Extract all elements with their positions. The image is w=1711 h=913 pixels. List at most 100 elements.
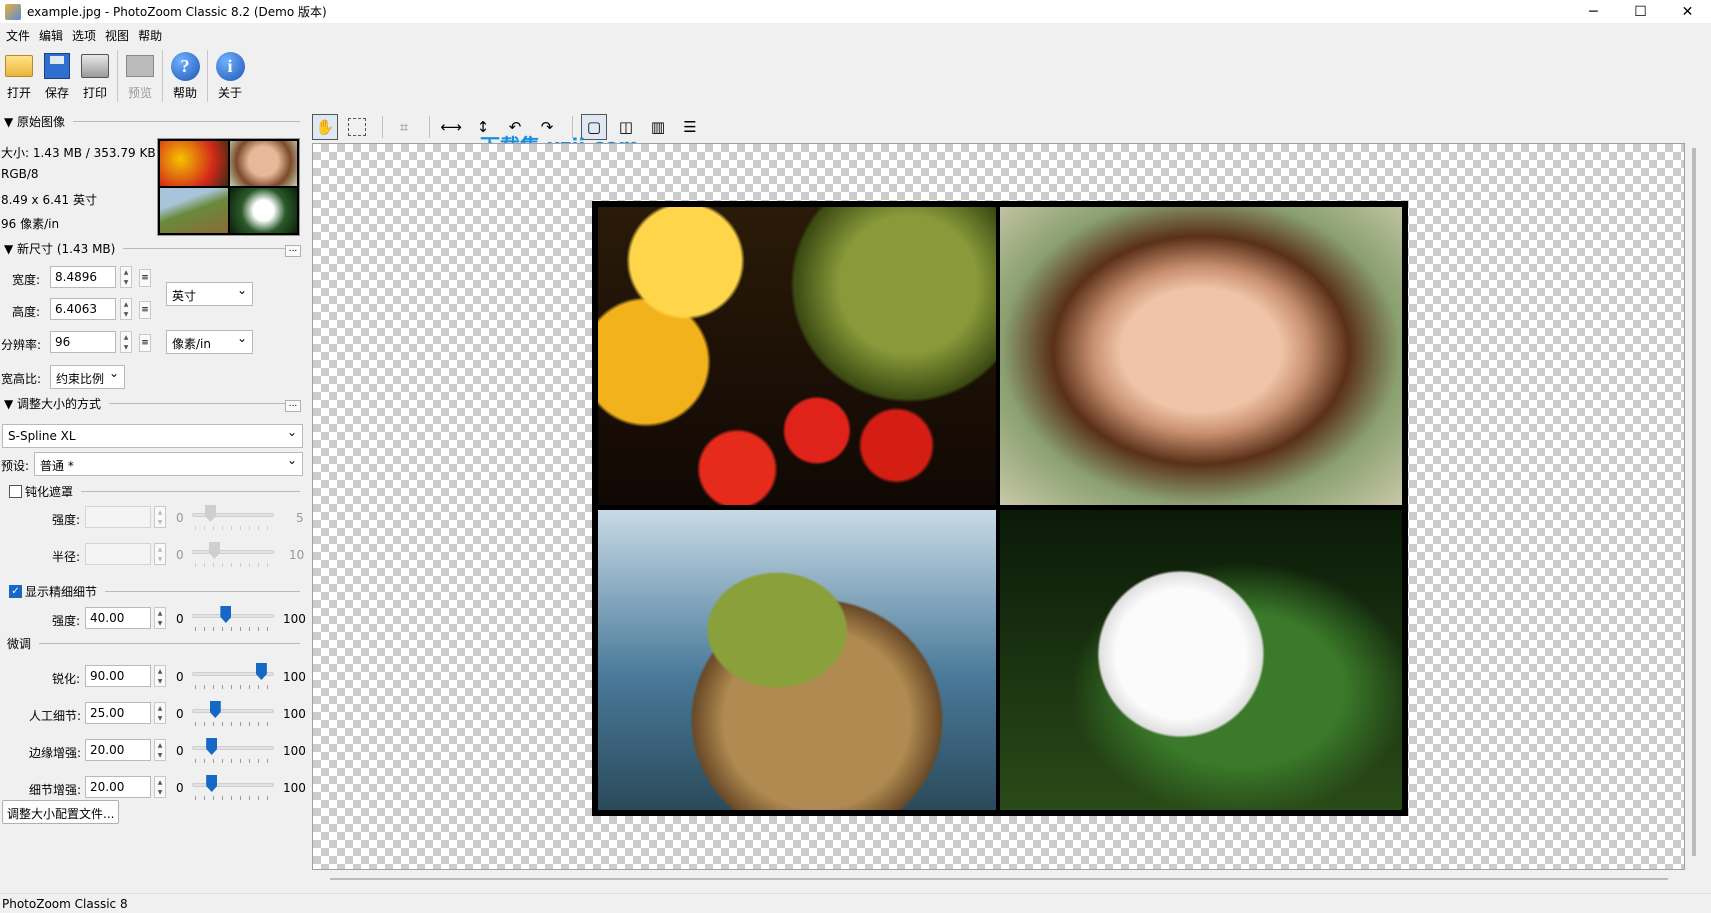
title-bar: example.jpg - PhotoZoom Classic 8.2 (Dem… [0,0,1711,23]
newsize-section-header[interactable]: ▼ 新尺寸 (1.43 MB) [4,240,300,257]
method-more-button[interactable]: ... [285,400,301,412]
aspect-select[interactable]: 约束比例 [50,365,125,389]
radius-spinner[interactable]: ▲ ▼ [154,543,166,565]
menu-help[interactable]: 帮助 [136,27,169,44]
crop-icon[interactable]: ⌗ [391,114,417,140]
info-icon: i [215,51,245,81]
menu-edit[interactable]: 编辑 [37,27,70,44]
close-icon[interactable]: ✕ [1664,0,1711,23]
sharpen-input[interactable]: 90.00 [85,665,151,687]
menu-file[interactable]: 文件 [4,27,37,44]
resize-profile-button[interactable]: 调整大小配置文件... [2,800,120,824]
main-toolbar: 打开 保存 打印 预览 ? 帮助 i 关于 [0,48,249,106]
detail-slider[interactable] [192,783,274,787]
menu-view[interactable]: 视图 [103,27,136,44]
unsharp-strength-min: 0 [176,511,184,525]
app-icon [5,3,21,20]
radius-input[interactable] [85,543,151,565]
maximize-icon[interactable]: ☐ [1617,0,1664,23]
artificial-thumb[interactable] [209,701,221,718]
artificial-input[interactable]: 25.00 [85,702,151,724]
unsharp-strength-spinner[interactable]: ▲ ▼ [154,506,166,528]
status-bar: PhotoZoom Classic 8 [0,893,1711,913]
horizontal-scrollbar[interactable] [330,878,1668,880]
unit-select[interactable]: 英寸 [166,282,253,306]
newsize-more-button[interactable]: ... [285,245,301,257]
width-link-button[interactable]: ≡ [139,269,151,287]
help-icon: ? [170,51,200,81]
algorithm-select[interactable]: S-Spline XL [2,424,303,448]
fit-width-icon[interactable]: ⟷ [438,114,464,140]
fine-detail-checkbox[interactable]: ✓ [9,585,22,598]
unsharp-strength-label: 强度: [52,513,81,527]
app-window: example.jpg - PhotoZoom Classic 8.2 (Dem… [0,0,1711,913]
width-input[interactable]: 8.4896 [50,266,116,288]
help-button[interactable]: ? 帮助 [166,48,204,106]
print-button[interactable]: 打印 [76,48,114,106]
sharpen-thumb[interactable] [255,663,267,680]
unsharp-checkbox[interactable] [9,485,22,498]
res-unit-select[interactable]: 像素/in [166,330,253,354]
radius-max: 10 [289,548,305,562]
height-input[interactable]: 6.4063 [50,298,116,320]
width-spinner[interactable]: ▲ ▼ [120,266,132,288]
width-label: 宽度: [12,273,41,287]
artificial-label: 人工细节: [29,709,82,723]
woman-photo [1000,207,1402,505]
original-mode: RGB/8 [1,167,39,181]
printer-icon [81,54,109,78]
detail-label: 细节增强: [29,783,82,797]
method-section-header[interactable]: ▼ 调整大小的方式 [4,395,300,412]
preview-icon [126,55,154,77]
edge-label: 边缘增强: [29,746,82,760]
edge-slider[interactable] [192,746,274,750]
status-text: PhotoZoom Classic 8 [2,897,128,911]
radius-min: 0 [176,548,184,562]
original-size: 大小: 1.43 MB / 353.79 KB [1,146,156,160]
height-link-button[interactable]: ≡ [139,301,151,319]
hand-tool-icon[interactable]: ✋ [312,113,338,140]
original-section-header[interactable]: ▼ 原始图像 [4,113,300,130]
edge-spinner[interactable]: ▲ ▼ [154,739,166,761]
unsharp-strength-slider[interactable] [192,513,274,517]
folder-icon [5,55,33,77]
original-res: 96 像素/in [1,217,60,231]
minimize-icon[interactable]: ─ [1570,0,1617,23]
fine-strength-input[interactable]: 40.00 [85,607,151,629]
fine-strength-thumb[interactable] [220,606,232,623]
radius-slider[interactable] [192,550,274,554]
detail-spinner[interactable]: ▲ ▼ [154,776,166,798]
vertical-scrollbar[interactable] [1692,148,1696,856]
edge-input[interactable]: 20.00 [85,739,151,761]
unsharp-strength-thumb[interactable] [205,505,216,522]
unsharp-strength-input[interactable] [85,506,151,528]
radius-thumb[interactable] [209,542,220,559]
original-thumbnail [157,138,300,236]
settings-panel: ▼ 原始图像 大小: 1.43 MB / 353.79 KB RGB/8 8.4… [0,108,310,828]
preset-select[interactable]: 普通 * [34,452,303,476]
artificial-slider[interactable] [192,709,274,713]
side-by-side-icon[interactable]: ▥ [645,114,671,140]
original-dims: 8.49 x 6.41 英寸 [1,193,97,207]
artificial-spinner[interactable]: ▲ ▼ [154,702,166,724]
menu-options[interactable]: 选项 [70,27,103,44]
res-link-button[interactable]: ≡ [139,334,151,352]
sharpen-spinner[interactable]: ▲ ▼ [154,665,166,687]
detail-thumb[interactable] [206,775,218,792]
fine-strength-slider[interactable] [192,614,274,618]
fine-strength-spinner[interactable]: ▲ ▼ [154,607,166,629]
top-bottom-icon[interactable]: ☰ [677,114,703,140]
edge-thumb[interactable] [206,738,218,755]
res-input[interactable]: 96 [50,331,116,353]
height-spinner[interactable]: ▲ ▼ [120,298,132,320]
save-button[interactable]: 保存 [38,48,76,106]
about-button[interactable]: i 关于 [211,48,249,106]
preview-image [592,201,1408,816]
unsharp-section: 钝化遮罩 [25,483,300,500]
floppy-icon [44,53,70,79]
crop-select-icon[interactable] [348,117,366,136]
res-spinner[interactable]: ▲ ▼ [120,331,132,353]
detail-input[interactable]: 20.00 [85,776,151,798]
open-button[interactable]: 打开 [0,48,38,106]
preview-button[interactable]: 预览 [121,48,159,106]
